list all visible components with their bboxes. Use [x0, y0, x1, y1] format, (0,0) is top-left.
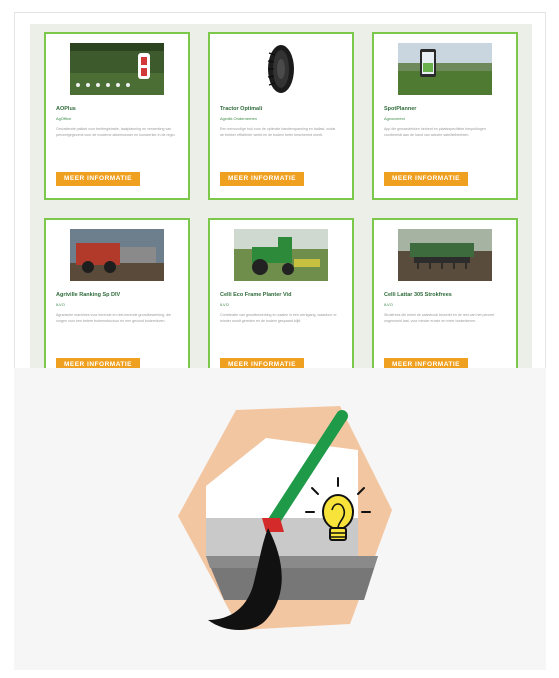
card-subtitle: Agrotik Ondernemen: [220, 116, 257, 121]
product-card-spotplanner[interactable]: SpotPlanner Agrocorrect App die gewasvle…: [372, 32, 518, 200]
card-subtitle: ILVO: [384, 302, 393, 307]
tractor-image: [234, 229, 328, 281]
card-title: AOPlus: [56, 106, 76, 112]
more-info-button[interactable]: MEER INFORMATIE: [56, 172, 140, 186]
card-description: Agrarische machines voor kerende en niet…: [56, 313, 171, 323]
strip-tiller-image: [398, 229, 492, 281]
more-info-button[interactable]: MEER INFORMATIE: [384, 172, 468, 186]
card-subtitle: Agrocorrect: [384, 116, 405, 121]
card-description: Een eenvoudige tool voor de optimale ban…: [220, 127, 336, 137]
card-description: Omvattende pakket voor teeltregistratie,…: [56, 127, 176, 137]
card-title: Celli Eco Frame Planter Vid: [220, 292, 292, 298]
machine-image: [70, 229, 164, 281]
product-card-agriville[interactable]: Agriville Ranking Sp DIV ILVO Agrarische…: [44, 218, 190, 386]
card-description: App die gewasvlekken herkent en plaatssp…: [384, 127, 486, 137]
more-info-button[interactable]: MEER INFORMATIE: [220, 172, 304, 186]
card-title: Tractor Optimali: [220, 106, 263, 112]
card-description: Strokfrees die enkel de zaaistrook bewer…: [384, 313, 495, 323]
app-field-image: [398, 43, 492, 95]
product-card-celli-eco-frame[interactable]: Celli Eco Frame Planter Vid ILVO Combina…: [208, 218, 354, 386]
card-description: Combinatie van grondbewerking en zaaien …: [220, 313, 337, 323]
card-subtitle: AgOffice: [56, 116, 72, 121]
card-title: SpotPlanner: [384, 106, 417, 112]
card-subtitle: ILVO: [56, 302, 65, 307]
card-title: Celli Lattar 305 Strokfrees: [384, 292, 452, 298]
product-card-aoplus[interactable]: AOPlus AgOffice Omvattende pakket voor t…: [44, 32, 190, 200]
card-subtitle: ILVO: [220, 302, 229, 307]
product-card-celli-lattar[interactable]: Celli Lattar 305 Strokfrees ILVO Strokfr…: [372, 218, 518, 386]
field-sensor-image: [70, 43, 164, 95]
product-grid: AOPlus AgOffice Omvattende pakket voor t…: [30, 24, 532, 396]
spade-and-lightbulb-logo: [168, 398, 398, 648]
tractor-tire-image: [234, 43, 328, 95]
product-card-tractor-optimali[interactable]: Tractor Optimali Agrotik Ondernemen Een …: [208, 32, 354, 200]
card-title: Agriville Ranking Sp DIV: [56, 292, 121, 298]
